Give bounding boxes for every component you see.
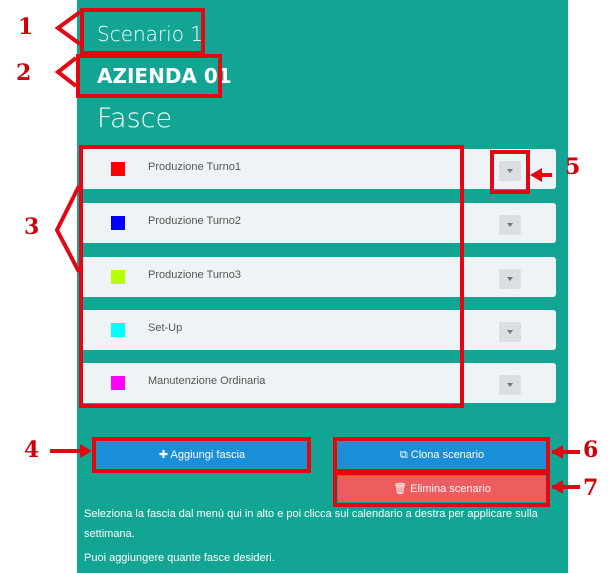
annotation-label-1: 1: [18, 14, 34, 40]
annotation-label-3: 3: [24, 214, 40, 240]
annotation-label-2: 2: [16, 60, 32, 86]
annotation-box-5: [490, 150, 530, 194]
dropdown-toggle[interactable]: [499, 269, 521, 289]
section-title: Fasce: [97, 103, 173, 134]
annotation-box-6: [333, 437, 550, 473]
annotation-box-4: [92, 437, 311, 473]
annotation-box-2: [76, 54, 222, 98]
annotation-box-7: [333, 471, 550, 507]
annotation-label-6: 6: [583, 437, 599, 463]
annotation-box-1: [80, 8, 205, 55]
annotation-label-7: 7: [583, 475, 599, 501]
annotation-label-5: 5: [565, 154, 581, 180]
dropdown-toggle[interactable]: [499, 375, 521, 395]
help-text-2: Puoi aggiungere quante fasce desideri.: [84, 552, 275, 564]
dropdown-toggle[interactable]: [499, 215, 521, 235]
help-text: Seleziona la fascia dal menù qui in alto…: [84, 508, 538, 540]
annotation-label-4: 4: [24, 437, 40, 463]
annotation-box-3: [79, 145, 464, 408]
dropdown-toggle[interactable]: [499, 322, 521, 342]
